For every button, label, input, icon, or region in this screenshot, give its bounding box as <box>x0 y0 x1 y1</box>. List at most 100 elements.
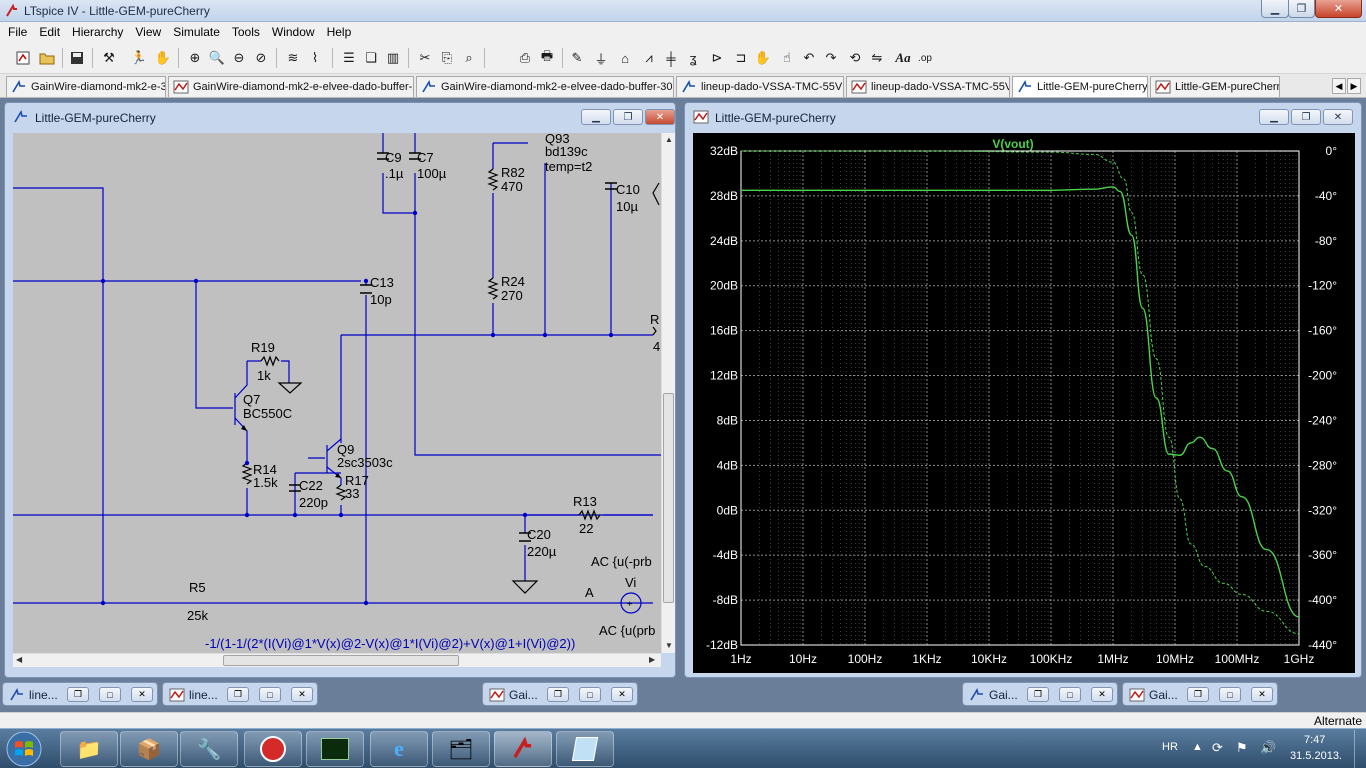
print-setup-icon[interactable]: ⎙ <box>514 47 536 69</box>
label-c20[interactable]: C20 <box>527 527 551 542</box>
mini-restore-button[interactable]: ❐ <box>1027 687 1049 702</box>
mini-close-button[interactable]: ✕ <box>1091 687 1113 702</box>
rotate-icon[interactable]: ⟲ <box>844 47 866 69</box>
control-panel-icon[interactable]: ⚒ <box>98 47 120 69</box>
schematic-close-button[interactable]: ✕ <box>645 109 675 125</box>
taskbar-notepad[interactable] <box>556 731 614 767</box>
minimized-window-2[interactable]: line... ❐ □ ✕ <box>162 682 318 706</box>
value-c9[interactable]: .1µ <box>385 166 403 181</box>
mini-close-button[interactable]: ✕ <box>1251 687 1273 702</box>
mini-restore-button[interactable]: ❐ <box>547 687 569 702</box>
cascade-icon[interactable]: ❏ <box>360 47 382 69</box>
menu-view[interactable]: View <box>129 25 167 39</box>
mini-maximize-button[interactable]: □ <box>1219 687 1241 702</box>
value-r24[interactable]: 270 <box>501 288 523 303</box>
value-r13[interactable]: 22 <box>579 521 593 536</box>
mini-maximize-button[interactable]: □ <box>259 687 281 702</box>
spice-ac-directive-2[interactable]: AC {u(prb <box>599 623 655 638</box>
tab-scroll-right-button[interactable]: ▶ <box>1347 78 1361 94</box>
menu-tools[interactable]: Tools <box>226 25 266 39</box>
halt-icon[interactable]: ✋ <box>152 47 174 69</box>
taskbar-scope[interactable] <box>306 731 364 767</box>
waveform-close-button[interactable]: ✕ <box>1323 109 1353 125</box>
zoom-area-icon[interactable]: 🔍 <box>206 47 228 69</box>
run-icon[interactable]: 🏃 <box>128 47 150 69</box>
new-schematic-icon[interactable] <box>12 47 34 69</box>
label-c7[interactable]: C7 <box>417 150 434 165</box>
menu-edit[interactable]: Edit <box>33 25 66 39</box>
tab-gainwire-buffer-300[interactable]: GainWire-diamond-mk2-e-elvee-dado-buffer… <box>416 76 674 97</box>
menu-window[interactable]: Window <box>266 25 321 39</box>
taskbar-tool[interactable]: 🔧 <box>180 731 238 767</box>
schematic-canvas[interactable]: + C9 .1µ C7 100µ Q93 bd139c temp=t2 R82 … <box>13 133 661 653</box>
value-c7[interactable]: 100µ <box>417 166 446 181</box>
label-q7[interactable]: Q7 <box>243 392 260 407</box>
minimized-window-5[interactable]: Gai... ❐ □ ✕ <box>1122 682 1278 706</box>
waveform-minimize-button[interactable]: ▁ <box>1259 109 1289 125</box>
value-c13[interactable]: 10p <box>370 292 392 307</box>
restore-button[interactable]: ❐ <box>1288 0 1315 18</box>
tab-little-gem-schematic[interactable]: Little-GEM-pureCherry <box>1012 76 1148 97</box>
menu-simulate[interactable]: Simulate <box>167 25 226 39</box>
minimized-window-3[interactable]: Gai... ❐ □ ✕ <box>482 682 638 706</box>
value-c10[interactable]: 10µ <box>616 199 638 214</box>
model-q7[interactable]: BC550C <box>243 406 292 421</box>
value-r17[interactable]: 33 <box>345 486 359 501</box>
zoom-cancel-icon[interactable]: ⊘ <box>250 47 272 69</box>
draw-wire-icon[interactable]: ✎ <box>566 47 588 69</box>
mini-close-button[interactable]: ✕ <box>611 687 633 702</box>
value-r14[interactable]: 1.5k <box>253 475 278 490</box>
mini-maximize-button[interactable]: □ <box>99 687 121 702</box>
value-r5[interactable]: 25k <box>187 608 208 623</box>
value-r82[interactable]: 470 <box>501 179 523 194</box>
scroll-left-icon[interactable]: ◀ <box>16 655 22 664</box>
tab-gainwire-e-3[interactable]: GainWire-diamond-mk2-e-3 <box>6 76 166 97</box>
tile-horizontal-icon[interactable]: ☰ <box>338 47 360 69</box>
zoom-out-icon[interactable]: ⊖ <box>228 47 250 69</box>
mini-restore-button[interactable]: ❐ <box>227 687 249 702</box>
label-r19[interactable]: R19 <box>251 340 275 355</box>
taskbar-documents[interactable]: 🗂 <box>432 731 490 767</box>
spice-ac-directive-1[interactable]: AC {u(-prb <box>591 554 652 569</box>
tab-scroll-left-button[interactable]: ◀ <box>1332 78 1346 94</box>
spice-directive-icon[interactable]: .op <box>914 47 936 69</box>
capacitor-icon[interactable]: ╪ <box>660 47 682 69</box>
language-indicator[interactable]: HR <box>1162 741 1178 753</box>
value-r19[interactable]: 1k <box>257 368 271 383</box>
schematic-window[interactable]: Little-GEM-pureCherry ▁ ❐ ✕ + C9 .1µ C7 … <box>4 102 676 678</box>
value-r-edge[interactable]: 4 <box>653 339 660 354</box>
minimize-button[interactable]: ▁ <box>1261 0 1289 18</box>
redo-icon[interactable]: ↷ <box>820 47 842 69</box>
label-c22[interactable]: C22 <box>299 478 323 493</box>
tab-little-gem-waveform[interactable]: Little-GEM-pureCherry <box>1150 76 1280 97</box>
close-button[interactable]: ✕ <box>1315 0 1362 18</box>
schematic-vertical-scrollbar[interactable]: ▲ ▼ <box>661 133 675 653</box>
taskbar-ie[interactable]: e <box>370 731 428 767</box>
tab-lineup-waveform[interactable]: lineup-dado-VSSA-TMC-55V <box>846 76 1010 97</box>
trace-label[interactable]: V(vout) <box>992 137 1033 151</box>
mini-restore-button[interactable]: ❐ <box>67 687 89 702</box>
mirror-icon[interactable]: ⇋ <box>866 47 888 69</box>
node-label-a[interactable]: A <box>585 585 594 600</box>
taskbar-explorer[interactable]: 📁 <box>60 731 118 767</box>
waveform-window-titlebar[interactable]: Little-GEM-pureCherry ▁ ❐ ✕ <box>685 103 1361 129</box>
label-c9[interactable]: C9 <box>385 150 402 165</box>
value-c22[interactable]: 220p <box>299 495 328 510</box>
save-icon[interactable] <box>66 47 88 69</box>
show-hidden-icons-icon[interactable]: ▲ <box>1192 741 1203 753</box>
ground-icon[interactable]: ⏚ <box>590 47 612 69</box>
print-icon[interactable]: 🖶 <box>536 47 558 69</box>
show-desktop-button[interactable] <box>1354 730 1364 768</box>
label-c10[interactable]: C10 <box>616 182 640 197</box>
value-c20[interactable]: 220µ <box>527 544 556 559</box>
measure-formula[interactable]: -1/(1-1/(2*(I(Vi)@1*V(x)@2-V(x)@1*I(Vi)@… <box>205 636 575 651</box>
autorange-icon[interactable]: ≋ <box>282 47 304 69</box>
text-icon[interactable]: Aa <box>892 47 914 69</box>
vertical-scroll-thumb[interactable] <box>663 393 674 603</box>
resistor-icon[interactable]: ⩘ <box>638 47 660 69</box>
inductor-icon[interactable]: ʓ <box>682 47 704 69</box>
component-icon[interactable]: ⊐ <box>730 47 752 69</box>
window-titlebar[interactable]: LTspice IV - Little-GEM-pureCherry ▁ ❐ ✕ <box>0 0 1366 22</box>
mini-close-button[interactable]: ✕ <box>131 687 153 702</box>
label-net-icon[interactable]: ⌂ <box>614 47 636 69</box>
